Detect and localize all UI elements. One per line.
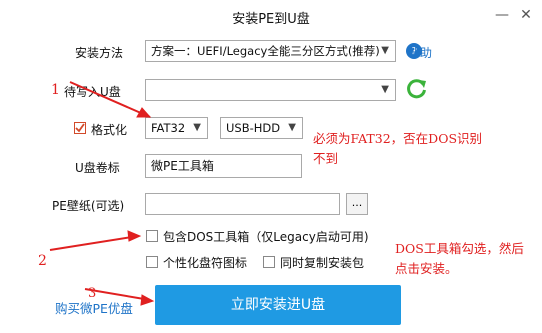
- annotation-number-1: 1: [51, 82, 60, 98]
- annotation-note-1-line-1: 必须为FAT32，否在DOS识别: [313, 131, 483, 146]
- annotation-number-2: 2: [38, 253, 47, 269]
- annotation-note-2-line-1: DOS工具箱勾选，然后: [395, 241, 524, 256]
- arrow-2: [49, 235, 139, 251]
- arrow-2-head: [127, 230, 142, 242]
- arrow-1-head: [136, 107, 152, 118]
- arrow-1: [69, 81, 151, 118]
- arrow-3-head: [140, 294, 155, 306]
- annotation-arrows: [49, 81, 155, 306]
- annotation-number-3: 3: [88, 286, 97, 301]
- annotation-note-1-line-2: 不到: [313, 151, 339, 166]
- annotation-note-2-line-2: 点击安装。: [395, 261, 458, 276]
